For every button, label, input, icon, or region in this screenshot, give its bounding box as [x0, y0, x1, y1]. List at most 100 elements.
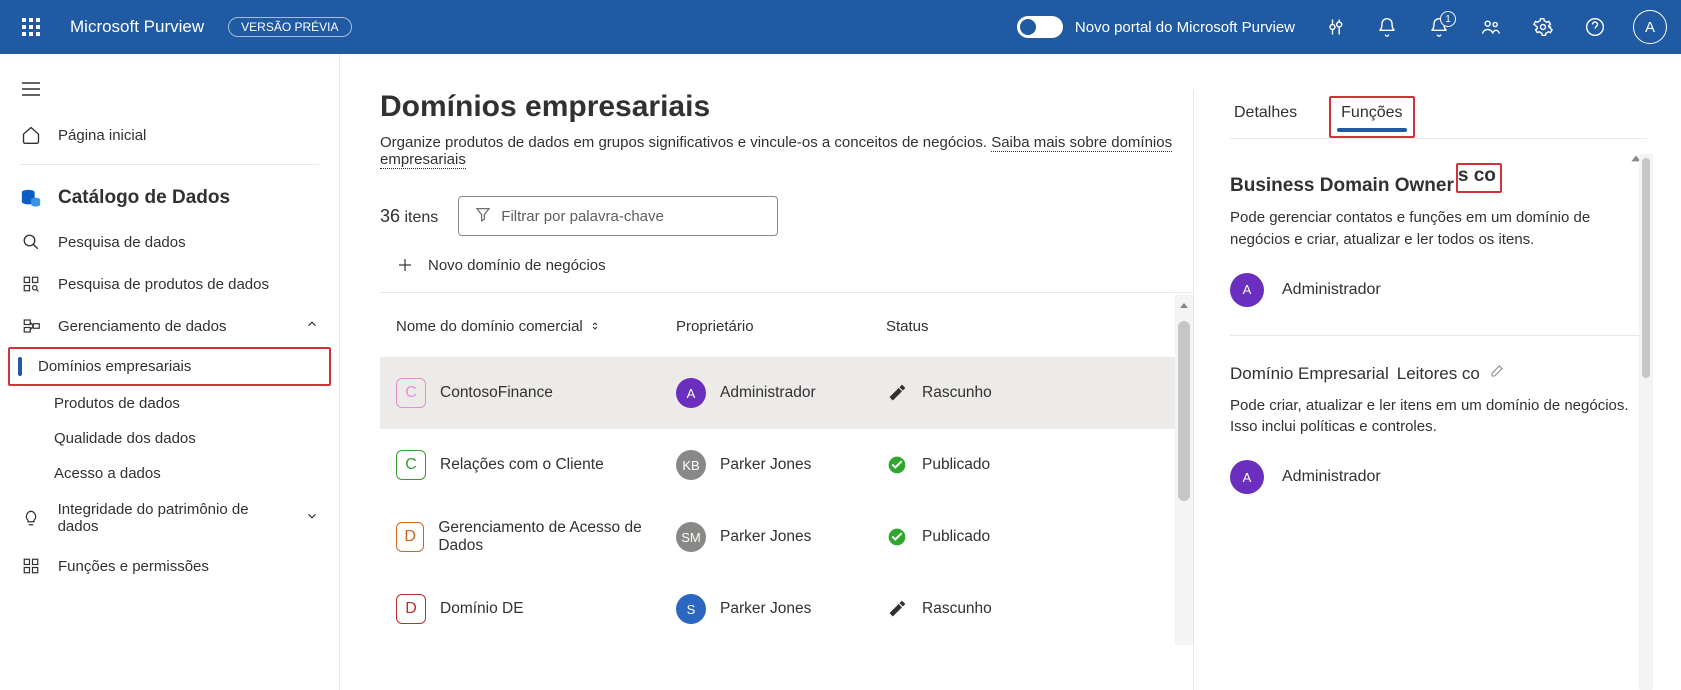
collapse-nav-icon[interactable] [14, 72, 48, 106]
owner-avatar: S [676, 594, 706, 624]
nav-data-access[interactable]: Acesso a dados [8, 456, 331, 491]
nav-roles-perms-label: Funções e permissões [58, 558, 209, 575]
status-icon [886, 526, 908, 548]
owner-name: Parker Jones [720, 528, 811, 546]
table-row[interactable]: DDomínio DESParker JonesRascunho [380, 573, 1193, 645]
portal-toggle-label: Novo portal do Microsoft Purview [1075, 19, 1295, 36]
filter-input[interactable]: Filtrar por palavra-chave [458, 196, 778, 236]
table-header: Nome do domínio comercial Proprietário S… [380, 295, 1193, 357]
status-text: Publicado [922, 456, 990, 474]
col-owner[interactable]: Proprietário [676, 318, 886, 335]
status-text: Rascunho [922, 384, 992, 402]
edit-icon[interactable] [1488, 364, 1504, 385]
status-text: Publicado [922, 528, 990, 546]
table-row[interactable]: D Gerenciamento de Acesso de DadosSM Parke… [380, 501, 1193, 573]
table-row[interactable]: CRelações com o ClienteKBParker JonesPub… [380, 429, 1193, 501]
help-icon[interactable] [1573, 5, 1617, 49]
role2-member-avatar: A [1230, 460, 1264, 494]
people-icon[interactable] [1469, 5, 1513, 49]
domain-name: Gerenciamento de Acesso de Dados [438, 519, 676, 555]
nav-estate-integrity-label: Integridade do patrimônio de dados [58, 501, 289, 535]
role2-member[interactable]: A Administrador [1230, 460, 1647, 494]
user-avatar[interactable]: A [1633, 10, 1667, 44]
data-mgmt-icon [20, 315, 42, 337]
nav-data-search[interactable]: Pesquisa de dados [8, 221, 331, 263]
nav-data-search-label: Pesquisa de dados [58, 234, 186, 251]
nav-data-quality[interactable]: Qualidade dos dados [8, 421, 331, 456]
role1-desc: Pode gerenciar contatos e funções em um … [1230, 207, 1647, 251]
nav-business-domains-label: Domínios empresariais [10, 349, 329, 384]
domains-table: Nome do domínio comercial Proprietário S… [380, 295, 1193, 645]
catalog-icon [20, 187, 42, 209]
role1-title-b: s co [1458, 165, 1496, 187]
tab-details[interactable]: Detalhes [1230, 96, 1301, 134]
nav-data-mgmt[interactable]: Gerenciamento de dados [8, 305, 331, 347]
tab-roles[interactable]: Funções [1339, 102, 1404, 128]
domain-name: Domínio DE [440, 600, 524, 618]
items-count: 36 itens [380, 206, 438, 227]
domain-tile-icon: C [396, 378, 426, 408]
new-domain-label: Novo domínio de negócios [428, 257, 606, 274]
domain-tile-icon: D [396, 522, 424, 552]
nav-catalog-label: Catálogo de Dados [58, 187, 230, 209]
top-bar: Microsoft Purview VERSÃO PRÉVIA Novo por… [0, 0, 1681, 54]
status-icon [886, 598, 908, 620]
nav-estate-integrity[interactable]: Integridade do patrimônio de dados [8, 491, 331, 545]
nav-product-search[interactable]: Pesquisa de produtos de dados [8, 263, 331, 305]
role2-member-name: Administrador [1282, 468, 1381, 486]
app-launcher-icon[interactable] [14, 10, 48, 44]
nav-catalog-section[interactable]: Catálogo de Dados [8, 173, 331, 221]
panel-scrollbar[interactable] [1639, 154, 1653, 690]
col-name[interactable]: Nome do domínio comercial [396, 318, 676, 335]
scroll-thumb[interactable] [1178, 321, 1190, 501]
chevron-up-icon [305, 317, 319, 335]
home-icon [20, 124, 42, 146]
nav-data-mgmt-label: Gerenciamento de dados [58, 318, 226, 335]
plus-icon [396, 256, 414, 274]
role1-member[interactable]: A Administrador [1230, 273, 1647, 307]
nav-data-products[interactable]: Produtos de dados [8, 386, 331, 421]
alerts-icon[interactable]: 1 [1417, 5, 1461, 49]
role2-title: Domínio Empresarial Leitores co [1230, 364, 1647, 385]
role1-member-avatar: A [1230, 273, 1264, 307]
filter-icon [475, 206, 491, 226]
filter-placeholder: Filtrar por palavra-chave [501, 208, 664, 225]
col-status[interactable]: Status [886, 318, 1076, 335]
diagnostics-icon[interactable] [1313, 5, 1357, 49]
domain-tile-icon: C [396, 450, 426, 480]
page-title: Domínios empresariais [380, 90, 1193, 124]
role2-desc: Pode criar, atualizar e ler itens em um … [1230, 395, 1647, 439]
role1-title-a: Business Domain Owner [1230, 175, 1454, 197]
main-content: Domínios empresariais Organize produtos … [340, 54, 1681, 690]
details-panel: Detalhes Funções Business Domain Owners … [1193, 90, 1653, 690]
domain-name: ContosoFinance [440, 384, 553, 402]
app-name[interactable]: Microsoft Purview [70, 17, 204, 37]
settings-gear-icon[interactable] [1521, 5, 1565, 49]
scroll-up-icon[interactable] [1178, 299, 1190, 317]
portal-toggle[interactable] [1017, 16, 1063, 38]
new-domain-button[interactable]: Novo domínio de negócios [376, 246, 1193, 292]
owner-avatar: KB [676, 450, 706, 480]
nav-business-domains[interactable]: Domínios empresariais [8, 347, 331, 386]
table-scrollbar[interactable] [1175, 295, 1193, 645]
nav-roles-perms[interactable]: Funções e permissões [8, 545, 331, 587]
panel-scroll-thumb[interactable] [1642, 158, 1650, 378]
page-subtitle: Organize produtos de dados em grupos sig… [380, 134, 1193, 168]
owner-avatar: A [676, 378, 706, 408]
chevron-down-icon [305, 509, 319, 527]
notifications-bell-icon[interactable] [1365, 5, 1409, 49]
domain-name: Relações com o Cliente [440, 456, 604, 474]
roles-icon [20, 555, 42, 577]
sidebar: Página inicial Catálogo de Dados Pesquis… [0, 54, 340, 690]
nav-home-label: Página inicial [58, 127, 146, 144]
preview-badge: VERSÃO PRÉVIA [228, 17, 351, 37]
nav-home[interactable]: Página inicial [8, 114, 331, 156]
notification-count-badge: 1 [1440, 11, 1456, 27]
status-icon [886, 454, 908, 476]
table-row[interactable]: CContosoFinanceAAdministradorRascunho [380, 357, 1193, 429]
status-text: Rascunho [922, 600, 992, 618]
owner-avatar: SM [676, 522, 706, 552]
nav-product-search-label: Pesquisa de produtos de dados [58, 276, 269, 293]
lightbulb-icon [20, 507, 42, 529]
role1-member-name: Administrador [1282, 281, 1381, 299]
